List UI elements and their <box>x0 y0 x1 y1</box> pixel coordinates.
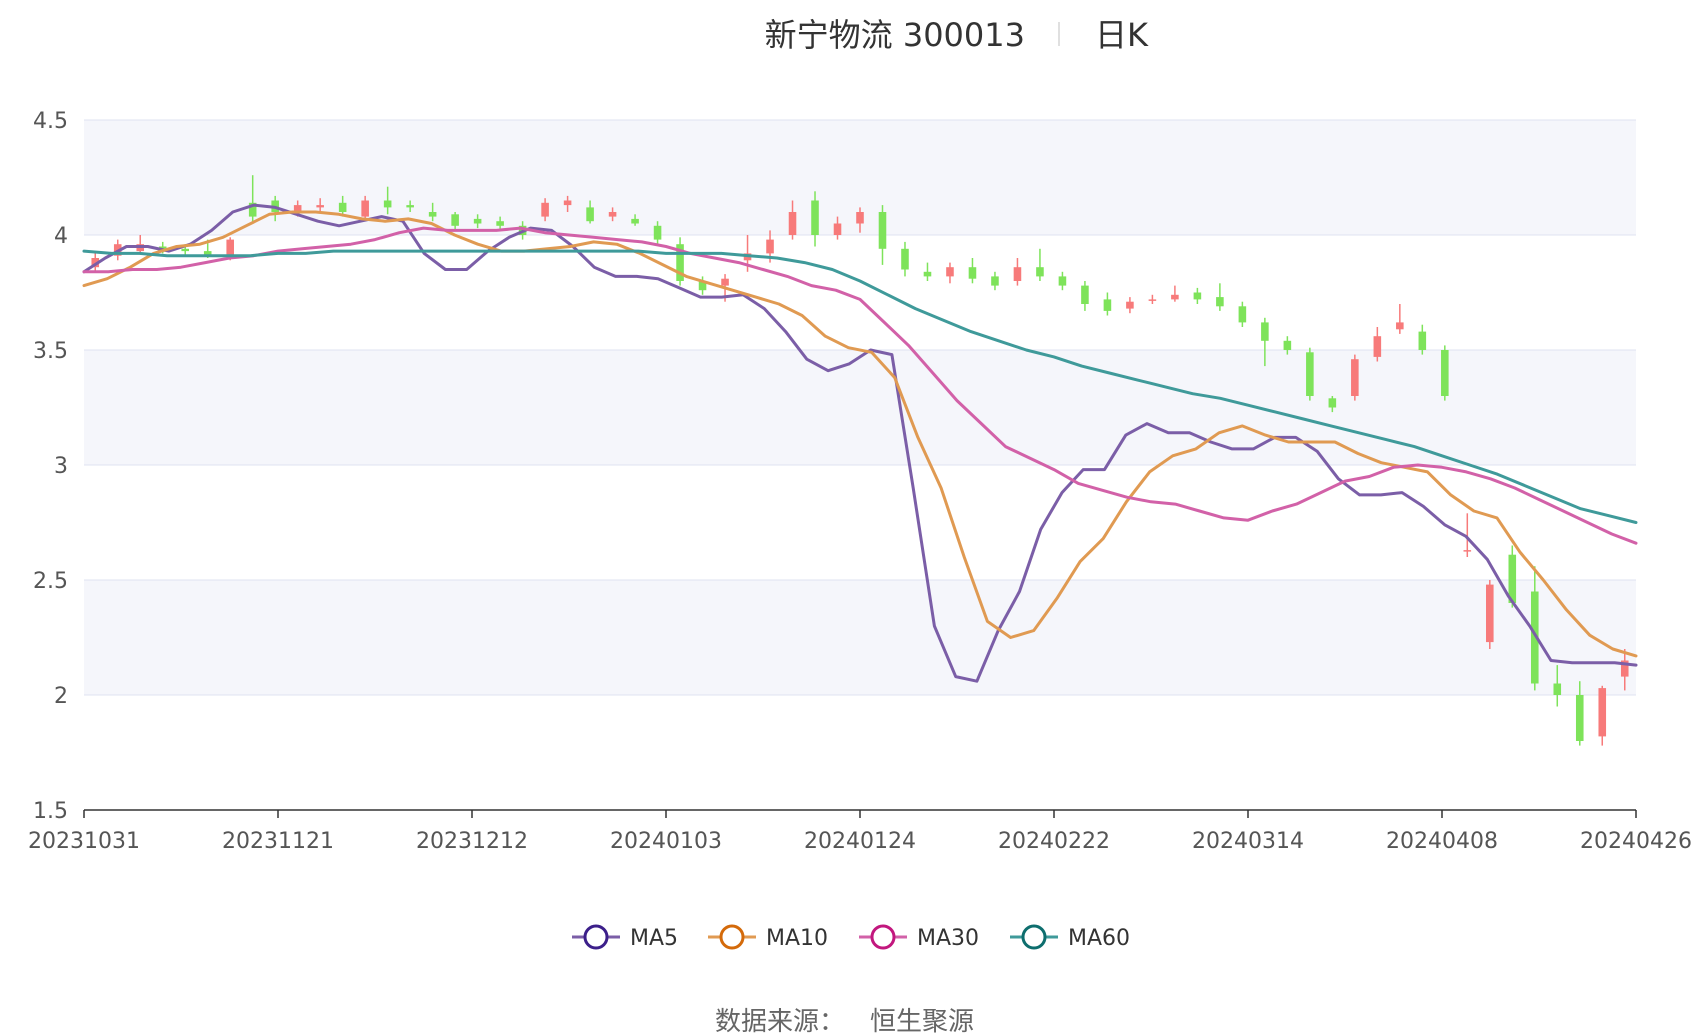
candle-body <box>901 248 909 270</box>
x-tick-label: 20231212 <box>416 829 528 854</box>
x-tick-label: 20240124 <box>804 829 916 854</box>
candle-body <box>811 200 819 235</box>
candle-body <box>316 205 324 208</box>
legend-label: MA60 <box>1068 926 1130 951</box>
candle-body <box>563 200 572 206</box>
plot-band <box>84 580 1636 695</box>
candle-body <box>968 267 977 279</box>
candle-body <box>1058 276 1067 286</box>
x-tick-label: 20240222 <box>998 829 1110 854</box>
candle-body <box>1283 340 1292 350</box>
legend-swatch-marker <box>870 924 896 950</box>
candle-body <box>1396 322 1404 330</box>
legend-label: MA30 <box>917 926 979 951</box>
kline-chart: 新宁物流 300013 日K 1.522.533.544.5 20231031 2… <box>28 16 1692 1034</box>
candle-body <box>1553 683 1562 695</box>
candle-body <box>1373 336 1382 357</box>
candle-body <box>1171 294 1179 300</box>
y-tick-label: 4 <box>54 224 68 249</box>
source-label: 数据来源： <box>715 1007 845 1034</box>
candle-body <box>406 205 414 208</box>
x-tick-label: 20240408 <box>1386 829 1498 854</box>
candle-body <box>361 200 369 217</box>
x-tick-label: 20240314 <box>1192 829 1304 854</box>
candle-body <box>1486 584 1494 643</box>
candle-body <box>1103 299 1112 311</box>
candle-body <box>1013 267 1022 281</box>
candle-body <box>766 239 774 254</box>
legend-item-ma30[interactable]: MA30 <box>859 924 979 951</box>
candle-body <box>878 212 887 249</box>
legend-swatch-marker <box>1021 924 1047 950</box>
candle-body <box>338 202 347 212</box>
candle-body <box>653 225 662 240</box>
candle-body <box>1598 688 1607 737</box>
legend-swatch-marker <box>583 924 609 950</box>
candle-body <box>1193 292 1202 300</box>
candle-body <box>541 202 549 217</box>
candle-body <box>1126 301 1134 309</box>
x-axis: 20231031 20231121 20231212 20240103 20240124… <box>28 809 1692 854</box>
candle-body <box>1081 285 1089 304</box>
legend-item-ma5[interactable]: MA5 <box>572 924 678 951</box>
candle-body <box>1328 398 1337 408</box>
x-tick-label: 20240426 <box>1580 829 1692 854</box>
candle-body <box>788 212 797 235</box>
candle-body <box>383 200 392 208</box>
candle-body <box>1216 297 1224 307</box>
candle-body <box>1351 359 1359 396</box>
chart-title-period: 日K <box>1095 16 1149 54</box>
candle-body <box>586 207 594 222</box>
candle-body <box>631 218 639 224</box>
legend-swatch-marker <box>719 924 745 950</box>
y-tick-label: 3.5 <box>33 339 68 364</box>
x-tick-label: 20240103 <box>610 829 722 854</box>
y-tick-label: 2 <box>54 684 68 709</box>
y-tick-label: 1.5 <box>33 799 68 824</box>
candle-body <box>451 214 459 226</box>
candle-body <box>496 221 504 226</box>
legend-label: MA10 <box>766 926 828 951</box>
y-tick-label: 4.5 <box>33 109 68 134</box>
candle-body <box>1238 306 1247 323</box>
candle-body <box>1441 350 1449 396</box>
candle-body <box>1306 352 1314 396</box>
x-tick-label: 20231031 <box>28 829 140 854</box>
candle-body <box>946 267 954 277</box>
candle-body <box>226 239 234 256</box>
candle-body <box>856 212 864 224</box>
candle-body <box>1036 267 1044 277</box>
y-tick-label: 3 <box>54 454 68 479</box>
candle-body <box>181 248 190 252</box>
candle-body <box>1261 322 1269 341</box>
legend[interactable]: MA5 MA10 MA30 MA60 <box>572 924 1130 951</box>
legend-item-ma60[interactable]: MA60 <box>1010 924 1130 951</box>
candle-body <box>428 212 437 217</box>
legend-item-ma10[interactable]: MA10 <box>708 924 828 951</box>
plot-band <box>84 350 1636 465</box>
y-axis: 1.5 2 2.5 3 3.5 4 4.5 <box>33 109 68 824</box>
source-name: 恒生聚源 <box>870 1007 974 1034</box>
x-tick-label: 20231121 <box>222 829 334 854</box>
candle-body <box>608 212 617 217</box>
candle-body <box>991 276 999 286</box>
candle-body <box>1463 550 1472 552</box>
candle-body <box>833 223 842 235</box>
chart-title-stock: 新宁物流 300013 <box>765 16 1025 54</box>
candle-body <box>1148 299 1157 301</box>
candle-body <box>721 278 729 286</box>
legend-label: MA5 <box>630 926 678 951</box>
candle-body <box>473 218 482 224</box>
y-tick-label: 2.5 <box>33 569 68 594</box>
candle-body <box>1418 331 1427 350</box>
candle-body <box>923 271 932 277</box>
candle-body <box>1575 695 1584 741</box>
